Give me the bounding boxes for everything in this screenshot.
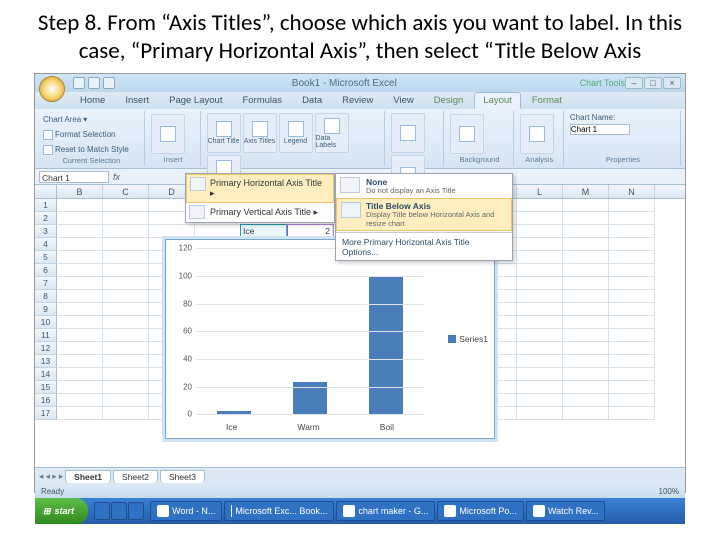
start-button[interactable]: ⊞start xyxy=(35,498,88,524)
titlebar: Book1 - Microsoft Excel Chart Tools –□× xyxy=(35,74,685,92)
axes-button[interactable] xyxy=(391,113,425,153)
format-selection-button[interactable]: Format Selection xyxy=(43,128,115,141)
sheet-tab-2[interactable]: Sheet2 xyxy=(113,470,158,483)
menu-none[interactable]: NoneDo not display an Axis Title xyxy=(336,174,512,198)
office-button[interactable] xyxy=(39,76,65,102)
menu-primary-horizontal[interactable]: Primary Horizontal Axis Title ▸ xyxy=(186,174,334,203)
chart-title-button[interactable]: Chart Title xyxy=(207,113,241,153)
picture-button[interactable] xyxy=(151,114,185,154)
data-labels-icon xyxy=(324,118,340,134)
group-analysis: Analysis xyxy=(516,111,564,166)
group-properties: Chart Name: Properties xyxy=(566,111,681,166)
axis-titles-button[interactable]: Axis Titles xyxy=(243,113,277,153)
menu-primary-vertical[interactable]: Primary Vertical Axis Title ▸ xyxy=(186,203,334,222)
taskbar-item[interactable]: Watch Rev... xyxy=(526,501,606,521)
window-buttons[interactable]: –□× xyxy=(625,77,681,89)
windows-icon: ⊞ xyxy=(43,506,51,517)
tab-format[interactable]: Format xyxy=(523,92,571,109)
group-axes: Axes xyxy=(387,111,445,166)
tab-view[interactable]: View xyxy=(384,92,422,109)
taskbar-item[interactable]: Microsoft Po... xyxy=(437,501,524,521)
chart-plot-area xyxy=(196,248,424,414)
ribbon-tabs[interactable]: Home Insert Page Layout Formulas Data Re… xyxy=(35,92,685,109)
sheet-tab-1[interactable]: Sheet1 xyxy=(65,470,111,483)
data-labels-button[interactable]: Data Labels xyxy=(315,113,349,153)
tab-review[interactable]: Review xyxy=(333,92,382,109)
picture-icon xyxy=(160,126,176,142)
group-insert: Insert xyxy=(147,111,201,166)
axis-titles-submenu[interactable]: Primary Horizontal Axis Title ▸ Primary … xyxy=(185,173,335,223)
chart-element-dropdown[interactable]: Chart Area ▾ xyxy=(43,113,103,126)
windows-taskbar[interactable]: ⊞start Word - N... Microsoft Exc... Book… xyxy=(35,498,685,524)
sheet-tabs[interactable]: ◂ ◂ ▸ ▸ Sheet1 Sheet2 Sheet3 xyxy=(35,467,685,484)
group-labels: Chart Title Axis Titles Legend Data Labe… xyxy=(203,111,385,166)
window-title: Book1 - Microsoft Excel xyxy=(115,78,574,89)
menu-more-options[interactable]: More Primary Horizontal Axis Title Optio… xyxy=(336,234,512,260)
fx-icon[interactable]: fx xyxy=(113,172,120,182)
group-current-selection: Chart Area ▾ Format Selection Reset to M… xyxy=(39,111,145,166)
status-left: Ready xyxy=(41,487,64,496)
legend-icon xyxy=(288,121,304,137)
chart-name-label: Chart Name: xyxy=(570,113,615,122)
group-background: Background xyxy=(446,111,513,166)
sheet-tab-3[interactable]: Sheet3 xyxy=(160,470,205,483)
chart-tools-label: Chart Tools xyxy=(580,78,625,88)
tab-home[interactable]: Home xyxy=(71,92,114,109)
tab-layout[interactable]: Layout xyxy=(474,92,521,109)
ribbon: Chart Area ▾ Format Selection Reset to M… xyxy=(35,109,685,169)
quick-access-toolbar[interactable] xyxy=(73,77,115,89)
reset-style-button[interactable]: Reset to Match Style xyxy=(43,143,129,156)
chart-y-axis: 020406080100120 xyxy=(166,248,194,414)
axis-titles-icon xyxy=(252,121,268,137)
chart-x-categories: IceWarmBoil xyxy=(196,422,424,432)
excel-screenshot: Book1 - Microsoft Excel Chart Tools –□× … xyxy=(34,73,686,493)
menu-title-below-axis[interactable]: Title Below AxisDisplay Title below Hori… xyxy=(336,198,512,231)
embedded-chart[interactable]: 020406080100120 IceWarmBoil Series1 xyxy=(165,239,495,439)
group-label: Current Selection xyxy=(43,156,140,165)
tab-page-layout[interactable]: Page Layout xyxy=(160,92,231,109)
plot-area-button[interactable] xyxy=(450,114,484,154)
slide-heading: Step 8. From “Axis Titles”, choose which… xyxy=(0,0,720,73)
chart-legend: Series1 xyxy=(448,334,488,344)
chart-title-icon xyxy=(216,121,232,137)
format-icon xyxy=(43,130,53,140)
name-box[interactable]: Chart 1 xyxy=(39,171,109,183)
tab-insert[interactable]: Insert xyxy=(116,92,158,109)
quick-launch[interactable] xyxy=(94,502,144,520)
tab-data[interactable]: Data xyxy=(293,92,331,109)
trendline-button[interactable] xyxy=(520,114,554,154)
tab-design[interactable]: Design xyxy=(425,92,473,109)
status-zoom[interactable]: 100% xyxy=(659,487,679,496)
taskbar-item[interactable]: Word - N... xyxy=(150,501,222,521)
taskbar-item[interactable]: chart maker - G... xyxy=(336,501,435,521)
reset-icon xyxy=(43,145,53,155)
tab-formulas[interactable]: Formulas xyxy=(233,92,291,109)
sheet-nav[interactable]: ◂ ◂ ▸ ▸ xyxy=(39,471,63,482)
axis-h-icon xyxy=(190,177,206,191)
status-bar: Ready 100% xyxy=(35,484,685,498)
chart-name-input[interactable] xyxy=(570,124,630,135)
legend-button[interactable]: Legend xyxy=(279,113,313,153)
axis-v-icon xyxy=(189,205,205,219)
taskbar-item[interactable]: Microsoft Exc... Book... xyxy=(224,501,334,521)
horizontal-axis-title-submenu[interactable]: NoneDo not display an Axis Title Title B… xyxy=(335,173,513,261)
